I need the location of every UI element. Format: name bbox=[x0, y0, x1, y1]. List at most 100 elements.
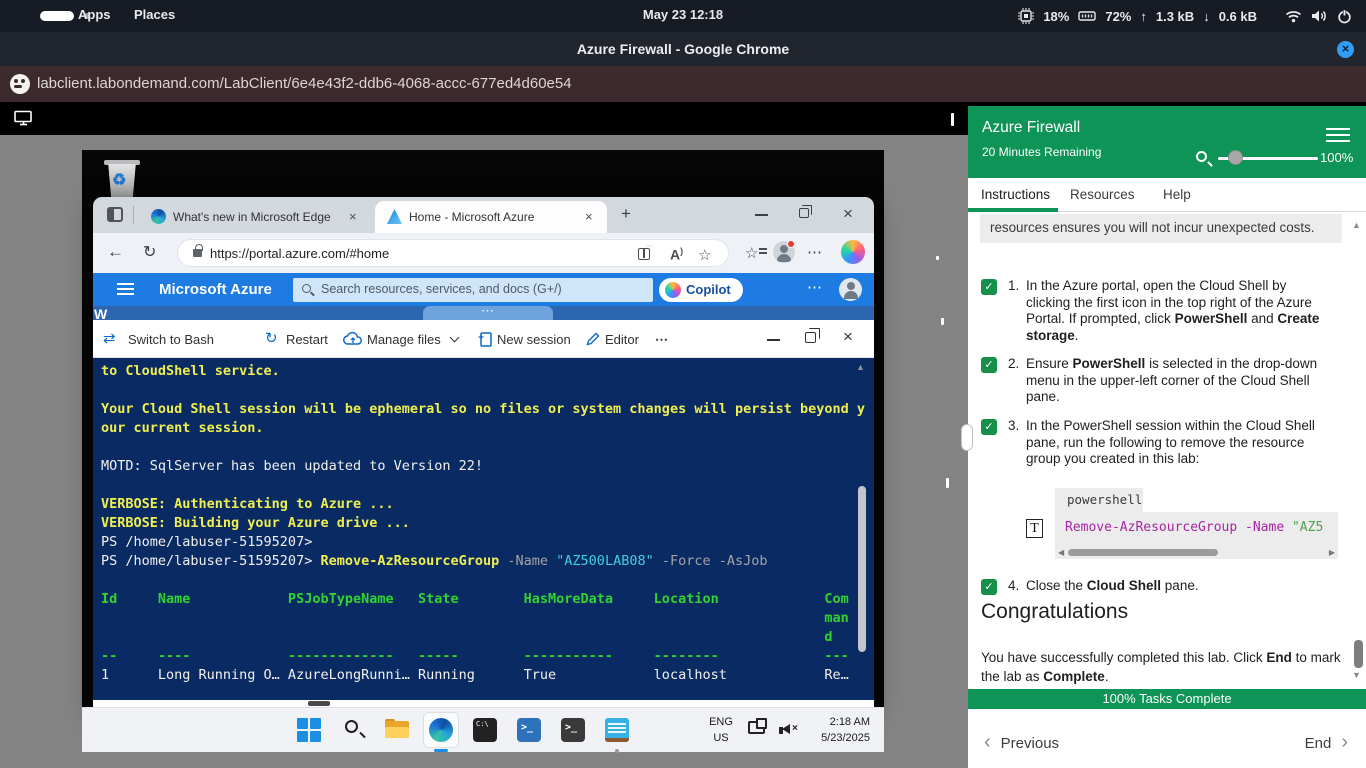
favorites-list-icon[interactable]: ☆ bbox=[745, 244, 758, 262]
url-text[interactable]: labclient.labondemand.com/LabClient/6e4e… bbox=[37, 75, 572, 92]
system-tray[interactable]: 18% 72% ↑ 1.3 kB ↓ 0.6 kB bbox=[1018, 0, 1352, 32]
azure-search-input[interactable]: Search resources, services, and docs (G+… bbox=[293, 278, 653, 302]
new-session-icon[interactable] bbox=[478, 331, 493, 348]
recycle-bin-icon[interactable]: ♻ bbox=[104, 158, 140, 200]
portal-menu-icon[interactable] bbox=[117, 283, 134, 285]
switch-to-bash-button[interactable]: Switch to Bash bbox=[128, 332, 214, 347]
panel-splitter-handle[interactable] bbox=[961, 424, 973, 451]
terminal-scroll-up-icon[interactable]: ▲ bbox=[856, 362, 865, 372]
edge-tab-whats-new[interactable]: What's new in Microsoft Edge × bbox=[139, 201, 371, 233]
previous-button[interactable]: ‹Previous bbox=[984, 731, 1059, 754]
notepad-icon[interactable] bbox=[605, 718, 629, 742]
edge-taskbar-active[interactable] bbox=[423, 712, 459, 748]
vm-screen[interactable]: ♻ What's new in Microsoft Edge × Home - … bbox=[82, 150, 884, 752]
manage-files-icon[interactable] bbox=[343, 331, 363, 346]
edge-url-input[interactable]: https://portal.azure.com/#home A) ☆ bbox=[177, 239, 729, 267]
tab-resources[interactable]: Resources bbox=[1070, 187, 1135, 202]
language-indicator[interactable]: ENGUS bbox=[704, 714, 738, 746]
system-top-bar: Apps Places May 23 12:18 18% 72% ↑ 1.3 k… bbox=[0, 0, 1366, 32]
panel-scroll-down-icon[interactable]: ▼ bbox=[1352, 670, 1361, 680]
refresh-icon[interactable]: ↻ bbox=[143, 242, 156, 262]
taskbar-search-icon[interactable] bbox=[343, 718, 367, 742]
copilot-icon bbox=[665, 282, 681, 298]
scroll-left-icon[interactable]: ◀ bbox=[1058, 548, 1064, 557]
manage-files-button[interactable]: Manage files bbox=[367, 332, 441, 347]
tab-close-icon[interactable]: × bbox=[349, 209, 357, 224]
terminal-scrollbar-thumb[interactable] bbox=[858, 486, 866, 652]
scroll-right-icon[interactable]: ▶ bbox=[1329, 548, 1335, 557]
cloudshell-close-icon[interactable]: × bbox=[843, 327, 853, 347]
tray-volume-muted-icon[interactable]: × bbox=[778, 721, 800, 739]
panel-menu-icon[interactable] bbox=[1326, 128, 1350, 130]
cloudshell-drag-bar[interactable]: ⋯ bbox=[93, 306, 874, 320]
cloudshell-more-icon[interactable]: ⋯ bbox=[655, 332, 669, 348]
window-close-button[interactable]: × bbox=[1337, 41, 1354, 58]
tab-close-icon[interactable]: × bbox=[585, 209, 593, 224]
copilot-icon[interactable] bbox=[841, 240, 865, 264]
edge-minimize-button[interactable] bbox=[755, 214, 768, 216]
azure-brand[interactable]: Microsoft Azure bbox=[159, 281, 272, 298]
restart-button[interactable]: Restart bbox=[286, 332, 328, 347]
zoom-slider-knob[interactable] bbox=[1228, 150, 1243, 165]
step-checkbox-checked[interactable]: ✓ bbox=[981, 419, 997, 435]
site-info-icon[interactable] bbox=[10, 74, 30, 94]
back-icon[interactable]: ← bbox=[107, 242, 124, 262]
manage-files-caret-icon[interactable] bbox=[450, 333, 460, 343]
favorite-star-icon[interactable]: ☆ bbox=[698, 246, 711, 264]
cloudshell-terminal[interactable]: to CloudShell service. Your Cloud Shell … bbox=[93, 358, 874, 700]
azure-copilot-button[interactable]: Copilot bbox=[659, 278, 743, 302]
cmd-icon[interactable]: C:\ bbox=[473, 718, 497, 742]
edge-menu-icon[interactable]: ⋯ bbox=[807, 243, 823, 261]
taskbar-clock[interactable]: 2:18 AM5/23/2025 bbox=[798, 714, 870, 746]
split-screen-icon[interactable] bbox=[638, 248, 650, 260]
code-text[interactable]: Remove-AzResourceGroup -Name "AZ5 bbox=[1065, 520, 1323, 535]
code-hscrollbar[interactable]: ◀ ▶ bbox=[1055, 546, 1338, 559]
panel-scrollbar-thumb[interactable] bbox=[1354, 640, 1363, 668]
cloudshell-drag-handle[interactable]: ⋯ bbox=[423, 306, 553, 320]
edge-close-button[interactable]: × bbox=[843, 204, 853, 224]
type-text-icon[interactable]: T bbox=[1026, 519, 1043, 538]
tab-instructions[interactable]: Instructions bbox=[981, 187, 1050, 202]
portal-more-icon[interactable]: ⋯ bbox=[807, 278, 823, 296]
editor-button[interactable]: Editor bbox=[605, 332, 639, 347]
zoom-search-icon[interactable] bbox=[1196, 151, 1207, 162]
switch-shell-icon[interactable]: ⇄ bbox=[103, 329, 116, 347]
cloudshell-restore-icon[interactable] bbox=[805, 332, 816, 343]
start-button[interactable] bbox=[297, 718, 321, 742]
tab-help[interactable]: Help bbox=[1163, 187, 1191, 202]
browser-address-bar[interactable]: labclient.labondemand.com/LabClient/6e4e… bbox=[0, 66, 1366, 102]
step-checkbox-checked[interactable]: ✓ bbox=[981, 279, 997, 295]
cloudshell-minimize-icon[interactable] bbox=[767, 339, 780, 341]
file-explorer-icon[interactable] bbox=[385, 718, 409, 742]
machine-monitor-icon[interactable] bbox=[14, 110, 33, 126]
panel-scroll-up-icon[interactable]: ▲ bbox=[1352, 220, 1361, 230]
power-icon[interactable] bbox=[1337, 9, 1352, 24]
step-checkbox-checked[interactable]: ✓ bbox=[981, 357, 997, 373]
portal-avatar[interactable] bbox=[839, 278, 862, 301]
code-language-label: powershell bbox=[1055, 488, 1143, 512]
read-aloud-icon[interactable]: A) bbox=[670, 246, 683, 263]
hscrollbar-thumb[interactable] bbox=[308, 701, 330, 706]
code-block[interactable]: Remove-AzResourceGroup -Name "AZ5 bbox=[1055, 512, 1338, 546]
page-url[interactable]: https://portal.azure.com/#home bbox=[210, 246, 389, 261]
connection-signal-icon[interactable] bbox=[936, 112, 956, 126]
windows-taskbar: C:\ >_ >_ ENGUS × 2:18 AM5/23/2025 bbox=[82, 707, 884, 752]
editor-icon[interactable] bbox=[585, 331, 601, 347]
edge-restore-button[interactable] bbox=[799, 208, 809, 218]
tab-workspaces-icon[interactable] bbox=[107, 207, 123, 222]
restart-icon[interactable]: ↻ bbox=[265, 329, 278, 347]
step-checkbox-checked[interactable]: ✓ bbox=[981, 579, 997, 595]
cloudshell-toolbar: ⇄ Switch to Bash ↻ Restart Manage files … bbox=[93, 320, 874, 358]
tray-network-icon[interactable] bbox=[748, 721, 765, 734]
instructions-content[interactable]: resources ensures you will not incur une… bbox=[968, 212, 1366, 689]
new-tab-button[interactable]: + bbox=[621, 204, 631, 224]
cloudshell-hscrollbar[interactable] bbox=[93, 700, 874, 707]
end-button[interactable]: End› bbox=[1305, 731, 1348, 754]
volume-icon[interactable] bbox=[1311, 9, 1328, 23]
powershell-icon[interactable]: >_ bbox=[517, 718, 541, 742]
code-scrollbar-thumb[interactable] bbox=[1068, 549, 1218, 556]
terminal-icon[interactable]: >_ bbox=[561, 718, 585, 742]
edge-tab-azure-home[interactable]: Home - Microsoft Azure × bbox=[375, 201, 607, 233]
wifi-icon[interactable] bbox=[1285, 10, 1302, 23]
new-session-button[interactable]: New session bbox=[497, 332, 571, 347]
